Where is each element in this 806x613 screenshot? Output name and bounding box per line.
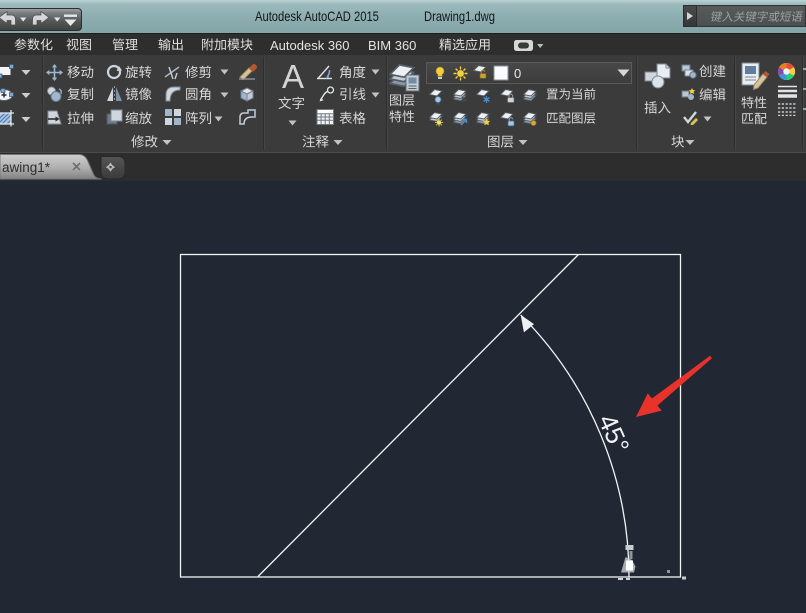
svg-text:45°: 45° [592,410,635,458]
